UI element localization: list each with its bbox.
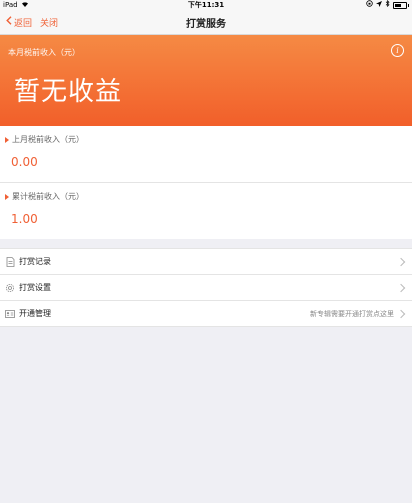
last-month-income-label: 上月税前收入（元） — [12, 135, 84, 144]
status-right — [366, 0, 409, 10]
chevron-right-icon — [396, 309, 406, 318]
status-left: iPad — [3, 0, 29, 10]
menu-item-reward-records[interactable]: 打赏记录 — [0, 249, 412, 274]
total-income-label: 累计税前收入（元） — [12, 192, 84, 201]
page-title: 打赏服务 — [186, 18, 226, 30]
gear-icon — [5, 283, 15, 293]
close-button[interactable]: 关闭 — [40, 16, 58, 29]
last-month-income-value: 0.00 — [11, 155, 38, 169]
triangle-marker-icon — [5, 193, 9, 200]
chevron-right-icon — [396, 283, 406, 292]
device-label: iPad — [3, 1, 18, 9]
total-income-label-row: 累计税前收入（元） — [5, 191, 84, 202]
chevron-right-icon — [396, 257, 406, 266]
wifi-icon — [21, 0, 29, 10]
status-bar: iPad 下午11:31 — [0, 0, 412, 10]
menu-item-label: 打赏记录 — [19, 257, 51, 266]
menu-item-label: 打赏设置 — [19, 283, 51, 292]
monthly-income-label: 本月税前收入（元） — [8, 48, 80, 57]
settings-menu: 打赏记录 打赏设置 开通管理 新专辑需要开通打赏点这里 — [0, 248, 412, 327]
rotation-lock-icon — [366, 0, 373, 10]
menu-item-activation-management[interactable]: 开通管理 新专辑需要开通打赏点这里 — [0, 300, 412, 326]
menu-item-reward-settings[interactable]: 打赏设置 — [0, 274, 412, 300]
chevron-left-icon — [6, 16, 12, 28]
last-month-income-label-row: 上月税前收入（元） — [5, 134, 84, 145]
id-card-icon — [5, 309, 15, 319]
navigation-bar: 返回 关闭 打赏服务 — [0, 10, 412, 35]
battery-tip — [408, 3, 409, 7]
menu-item-note: 新专辑需要开通打赏点这里 — [310, 309, 394, 318]
total-income-value: 1.00 — [11, 212, 38, 226]
status-time: 下午11:31 — [187, 1, 225, 9]
monthly-income-value: 暂无收益 — [14, 77, 123, 107]
back-label: 返回 — [14, 18, 33, 29]
info-icon[interactable]: i — [391, 44, 404, 57]
battery-icon — [393, 1, 407, 9]
total-income-block: 累计税前收入（元） 1.00 — [0, 183, 412, 239]
monthly-income-banner: 本月税前收入（元） i 暂无收益 — [0, 35, 412, 126]
triangle-marker-icon — [5, 136, 9, 143]
back-button[interactable]: 返回 — [6, 16, 32, 29]
menu-item-label: 开通管理 — [19, 309, 51, 318]
last-month-income-block: 上月税前收入（元） 0.00 — [0, 126, 412, 183]
nav-left-group: 返回 关闭 — [0, 16, 58, 29]
document-icon — [5, 256, 15, 267]
location-icon — [376, 0, 382, 10]
bluetooth-icon — [385, 0, 390, 10]
